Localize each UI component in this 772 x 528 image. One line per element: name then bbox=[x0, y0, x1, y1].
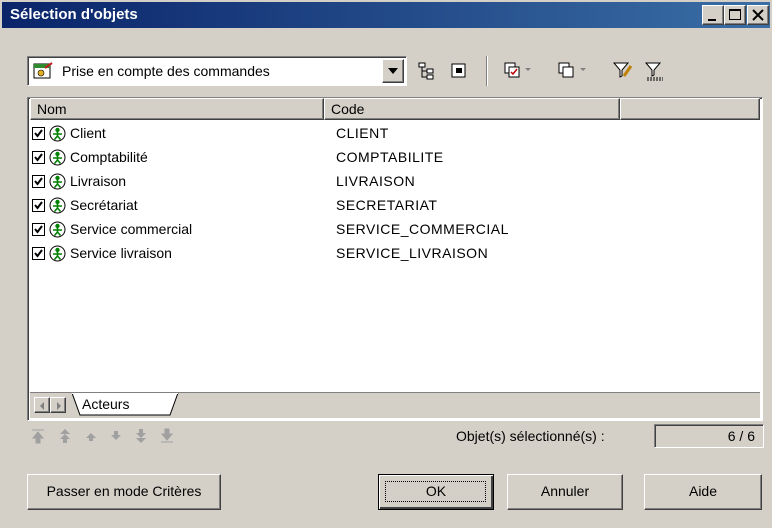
arrow-left-icon bbox=[40, 402, 44, 410]
row-checkbox[interactable] bbox=[32, 127, 45, 140]
row-name: Client bbox=[70, 125, 106, 141]
row-name: Comptabilité bbox=[70, 149, 148, 165]
criteria-mode-button[interactable]: Passer en mode Critères bbox=[27, 474, 221, 510]
row-name: Service livraison bbox=[70, 245, 172, 261]
arrow-right-icon bbox=[57, 402, 61, 410]
model-icon bbox=[33, 62, 53, 79]
actor-icon bbox=[49, 197, 66, 214]
list-item[interactable]: Comptabilité COMPTABILITE bbox=[30, 146, 720, 170]
column-header-name[interactable]: Nom bbox=[30, 98, 324, 120]
hierarchy-button[interactable] bbox=[416, 60, 438, 82]
row-checkbox[interactable] bbox=[32, 247, 45, 260]
move-top-icon[interactable] bbox=[30, 428, 48, 446]
hierarchy-icon bbox=[418, 62, 434, 80]
actor-icon bbox=[49, 149, 66, 166]
row-code: CLIENT bbox=[336, 125, 389, 141]
properties-icon bbox=[451, 63, 466, 78]
checkmark-icon bbox=[34, 177, 43, 186]
move-bottom-icon[interactable] bbox=[159, 428, 177, 446]
deselect-all-dropdown[interactable] bbox=[580, 66, 588, 74]
package-combo[interactable]: Prise en compte des commandes bbox=[27, 56, 407, 86]
combo-dropdown-button[interactable] bbox=[382, 59, 404, 83]
row-name: Service commercial bbox=[70, 221, 193, 237]
cancel-button[interactable]: Annuler bbox=[507, 474, 623, 510]
row-code: COMPTABILITE bbox=[336, 149, 444, 165]
move-page-up-icon[interactable] bbox=[57, 428, 75, 446]
minimize-button[interactable] bbox=[702, 5, 724, 25]
move-page-down-icon[interactable] bbox=[133, 428, 151, 446]
list-item[interactable]: Livraison LIVRAISON bbox=[30, 170, 720, 194]
toolbar-separator bbox=[486, 56, 488, 86]
row-name: Livraison bbox=[70, 173, 127, 189]
chevron-down-icon bbox=[580, 68, 586, 71]
selected-count-value: 6 / 6 bbox=[654, 424, 764, 448]
row-checkbox[interactable] bbox=[32, 151, 45, 164]
actor-icon bbox=[49, 173, 66, 190]
filter-edit-button[interactable] bbox=[612, 60, 634, 82]
checkmark-icon bbox=[34, 153, 43, 162]
tab-actors[interactable]: Acteurs bbox=[82, 396, 129, 412]
properties-button[interactable] bbox=[448, 60, 470, 82]
select-all-dropdown[interactable] bbox=[525, 66, 533, 74]
column-header-code[interactable]: Code bbox=[324, 98, 620, 120]
move-up-icon[interactable] bbox=[83, 428, 101, 446]
select-all-button[interactable] bbox=[502, 60, 524, 82]
selected-count-label: Objet(s) sélectionné(s) : bbox=[456, 428, 605, 444]
actor-icon bbox=[49, 245, 66, 262]
checkmark-icon bbox=[34, 225, 43, 234]
checkmark-icon bbox=[34, 249, 43, 258]
deselect-all-button[interactable] bbox=[556, 60, 578, 82]
list-item[interactable]: Secrétariat SECRETARIAT bbox=[30, 194, 720, 218]
filter-icon bbox=[644, 62, 663, 81]
close-button[interactable] bbox=[747, 5, 769, 25]
help-button[interactable]: Aide bbox=[644, 474, 762, 510]
ok-button[interactable]: OK bbox=[378, 474, 494, 510]
checkmark-icon bbox=[34, 129, 43, 138]
package-combo-value: Prise en compte des commandes bbox=[62, 63, 270, 79]
actor-icon bbox=[49, 221, 66, 238]
select-all-icon bbox=[504, 62, 520, 78]
object-list[interactable]: Nom Code Client CLIENT Comptabilité COMPTAB… bbox=[27, 97, 763, 421]
filter-button[interactable] bbox=[644, 60, 666, 82]
row-code: SERVICE_COMMERCIAL bbox=[336, 221, 509, 237]
chevron-down-icon bbox=[525, 68, 531, 71]
deselect-all-icon bbox=[558, 62, 574, 78]
column-header-empty bbox=[620, 98, 760, 120]
list-item[interactable]: Service commercial SERVICE_COMMERCIAL bbox=[30, 218, 720, 242]
row-code: LIVRAISON bbox=[336, 173, 416, 189]
title-bar[interactable]: Sélection d'objets bbox=[2, 2, 770, 28]
window-title: Sélection d'objets bbox=[10, 6, 138, 23]
row-code: SECRETARIAT bbox=[336, 197, 438, 213]
row-name: Secrétariat bbox=[70, 197, 138, 213]
maximize-icon bbox=[729, 9, 741, 20]
row-checkbox[interactable] bbox=[32, 223, 45, 236]
filter-edit-icon bbox=[612, 62, 633, 78]
minimize-icon bbox=[708, 19, 716, 21]
tab-strip: Acteurs bbox=[30, 392, 760, 418]
close-icon bbox=[752, 9, 764, 21]
selection-dialog: Sélection d'objets Prise en compte des c… bbox=[0, 0, 772, 528]
tab-scroll-left-button[interactable] bbox=[34, 397, 50, 413]
list-item[interactable]: Client CLIENT bbox=[30, 122, 720, 146]
row-code: SERVICE_LIVRAISON bbox=[336, 245, 489, 261]
tab-scroll-right-button[interactable] bbox=[50, 397, 66, 413]
chevron-down-icon bbox=[388, 68, 398, 74]
list-item[interactable]: Service livraison SERVICE_LIVRAISON bbox=[30, 242, 720, 266]
move-down-icon[interactable] bbox=[108, 428, 126, 446]
row-checkbox[interactable] bbox=[32, 175, 45, 188]
actor-icon bbox=[49, 125, 66, 142]
row-checkbox[interactable] bbox=[32, 199, 45, 212]
checkmark-icon bbox=[34, 201, 43, 210]
focus-rect bbox=[385, 481, 486, 502]
maximize-button[interactable] bbox=[724, 5, 746, 25]
